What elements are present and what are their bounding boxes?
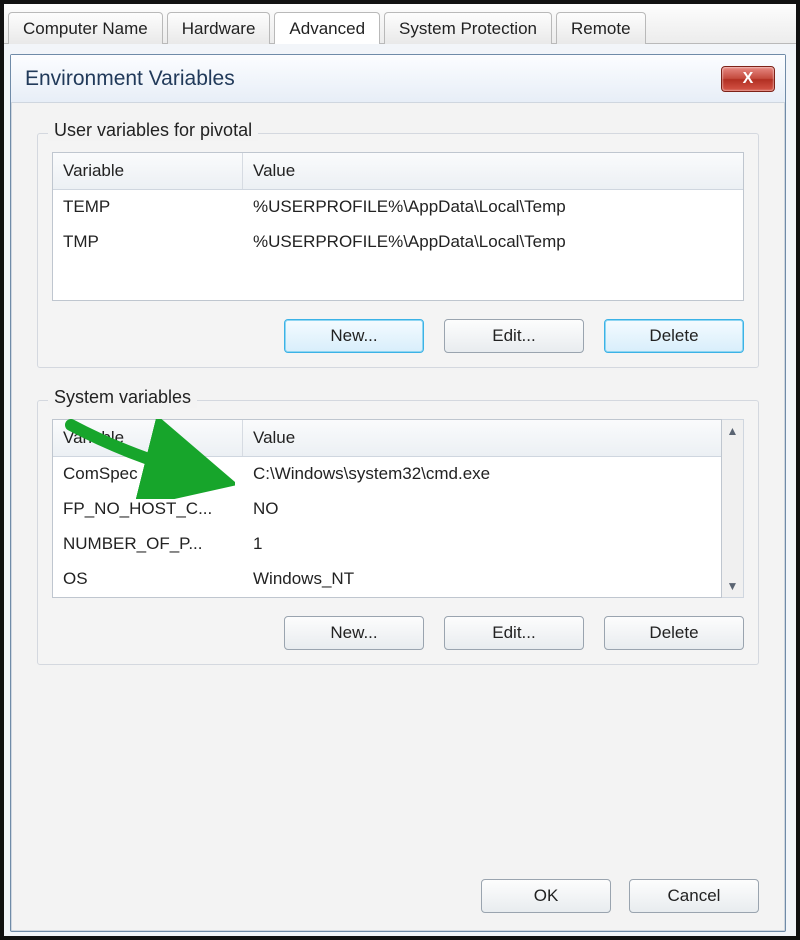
close-icon: X — [743, 70, 754, 88]
user-buttons-row: New... Edit... Delete — [52, 319, 744, 353]
dialog-title: Environment Variables — [25, 67, 721, 91]
cell-value: C:\Windows\system32\cmd.exe — [243, 457, 721, 491]
scroll-down-icon[interactable]: ▼ — [727, 579, 739, 593]
column-value[interactable]: Value — [243, 153, 743, 189]
environment-variables-dialog: Environment Variables X User variables f… — [10, 54, 786, 932]
property-tabs: Computer Name Hardware Advanced System P… — [4, 4, 796, 44]
tab-computer-name[interactable]: Computer Name — [8, 12, 163, 44]
ok-button[interactable]: OK — [481, 879, 611, 913]
user-variables-list[interactable]: Variable Value TEMP %USERPROFILE%\AppDat… — [52, 152, 744, 301]
column-variable[interactable]: Variable — [53, 153, 243, 189]
column-variable[interactable]: Variable — [53, 420, 243, 456]
cell-value: Windows_NT — [243, 562, 721, 596]
cell-value: %USERPROFILE%\AppData\Local\Temp — [243, 225, 743, 259]
user-delete-button[interactable]: Delete — [604, 319, 744, 353]
system-variables-legend: System variables — [48, 387, 197, 408]
cell-variable: OS — [53, 562, 243, 596]
system-delete-button[interactable]: Delete — [604, 616, 744, 650]
user-variables-legend: User variables for pivotal — [48, 120, 258, 141]
table-row[interactable]: NUMBER_OF_P... 1 — [53, 527, 721, 562]
table-row[interactable]: OS Windows_NT — [53, 562, 721, 597]
close-button[interactable]: X — [721, 66, 775, 92]
list-headers: Variable Value — [53, 420, 721, 457]
scrollbar[interactable]: ▲ ▼ — [722, 419, 744, 598]
list-headers: Variable Value — [53, 153, 743, 190]
user-new-button[interactable]: New... — [284, 319, 424, 353]
cell-variable: TMP — [53, 225, 243, 259]
system-variables-list[interactable]: Variable Value ComSpec C:\Windows\system… — [52, 419, 722, 598]
dialog-footer: OK Cancel — [481, 879, 759, 913]
column-value[interactable]: Value — [243, 420, 721, 456]
cell-value: NO — [243, 492, 721, 526]
scroll-up-icon[interactable]: ▲ — [727, 424, 739, 438]
cell-value: 1 — [243, 527, 721, 561]
cell-variable: FP_NO_HOST_C... — [53, 492, 243, 526]
cell-variable: TEMP — [53, 190, 243, 224]
cell-value: %USERPROFILE%\AppData\Local\Temp — [243, 190, 743, 224]
titlebar: Environment Variables X — [11, 55, 785, 103]
table-row[interactable]: FP_NO_HOST_C... NO — [53, 492, 721, 527]
tab-hardware[interactable]: Hardware — [167, 12, 271, 44]
tab-system-protection[interactable]: System Protection — [384, 12, 552, 44]
system-variables-group: System variables Variable Value ComSpec … — [37, 400, 759, 665]
system-edit-button[interactable]: Edit... — [444, 616, 584, 650]
tab-remote[interactable]: Remote — [556, 12, 646, 44]
table-row[interactable]: TMP %USERPROFILE%\AppData\Local\Temp — [53, 225, 743, 260]
dialog-body: User variables for pivotal Variable Valu… — [11, 103, 785, 707]
table-row[interactable]: ComSpec C:\Windows\system32\cmd.exe — [53, 457, 721, 492]
user-edit-button[interactable]: Edit... — [444, 319, 584, 353]
system-new-button[interactable]: New... — [284, 616, 424, 650]
system-buttons-row: New... Edit... Delete — [52, 616, 744, 650]
table-row[interactable]: TEMP %USERPROFILE%\AppData\Local\Temp — [53, 190, 743, 225]
cell-variable: ComSpec — [53, 457, 243, 491]
tab-advanced[interactable]: Advanced — [274, 12, 380, 44]
cell-variable: NUMBER_OF_P... — [53, 527, 243, 561]
cancel-button[interactable]: Cancel — [629, 879, 759, 913]
user-variables-group: User variables for pivotal Variable Valu… — [37, 133, 759, 368]
